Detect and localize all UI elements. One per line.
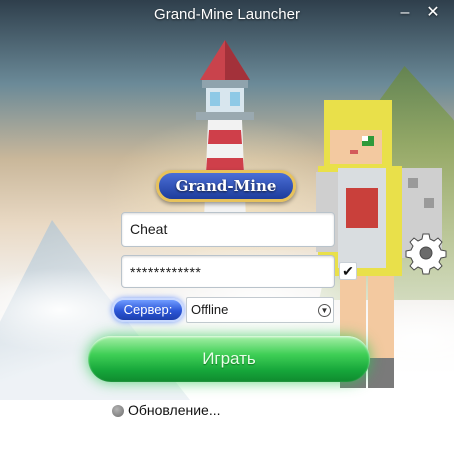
remember-password-checkbox[interactable]: ✔: [339, 262, 357, 280]
minimize-icon: –: [400, 4, 410, 21]
window-title: Grand-Mine Launcher: [154, 6, 300, 23]
gear-icon[interactable]: [404, 231, 448, 275]
checkmark-icon: ✔: [342, 263, 354, 279]
dropdown-arrow-icon[interactable]: ▼: [318, 304, 331, 317]
grand-mine-logo: Grand-Mine: [156, 170, 296, 202]
server-select[interactable]: Offline ▼: [186, 297, 334, 323]
close-button[interactable]: ✕: [422, 3, 444, 23]
update-status-text: Обновление...: [128, 402, 221, 418]
server-selected-value: Offline: [191, 302, 229, 317]
username-input[interactable]: Cheat: [121, 212, 335, 247]
play-button[interactable]: Играть: [88, 336, 370, 382]
minimize-button[interactable]: –: [394, 3, 416, 23]
server-label: Сервер:: [112, 298, 184, 322]
title-bar[interactable]: Grand-Mine Launcher – ✕: [0, 0, 454, 30]
launcher-window: Grand-Mine Launcher – ✕ Grand-Mine Cheat…: [0, 0, 454, 467]
password-input[interactable]: ************: [121, 255, 335, 288]
close-icon: ✕: [426, 4, 440, 21]
status-indicator-icon: [112, 405, 124, 417]
